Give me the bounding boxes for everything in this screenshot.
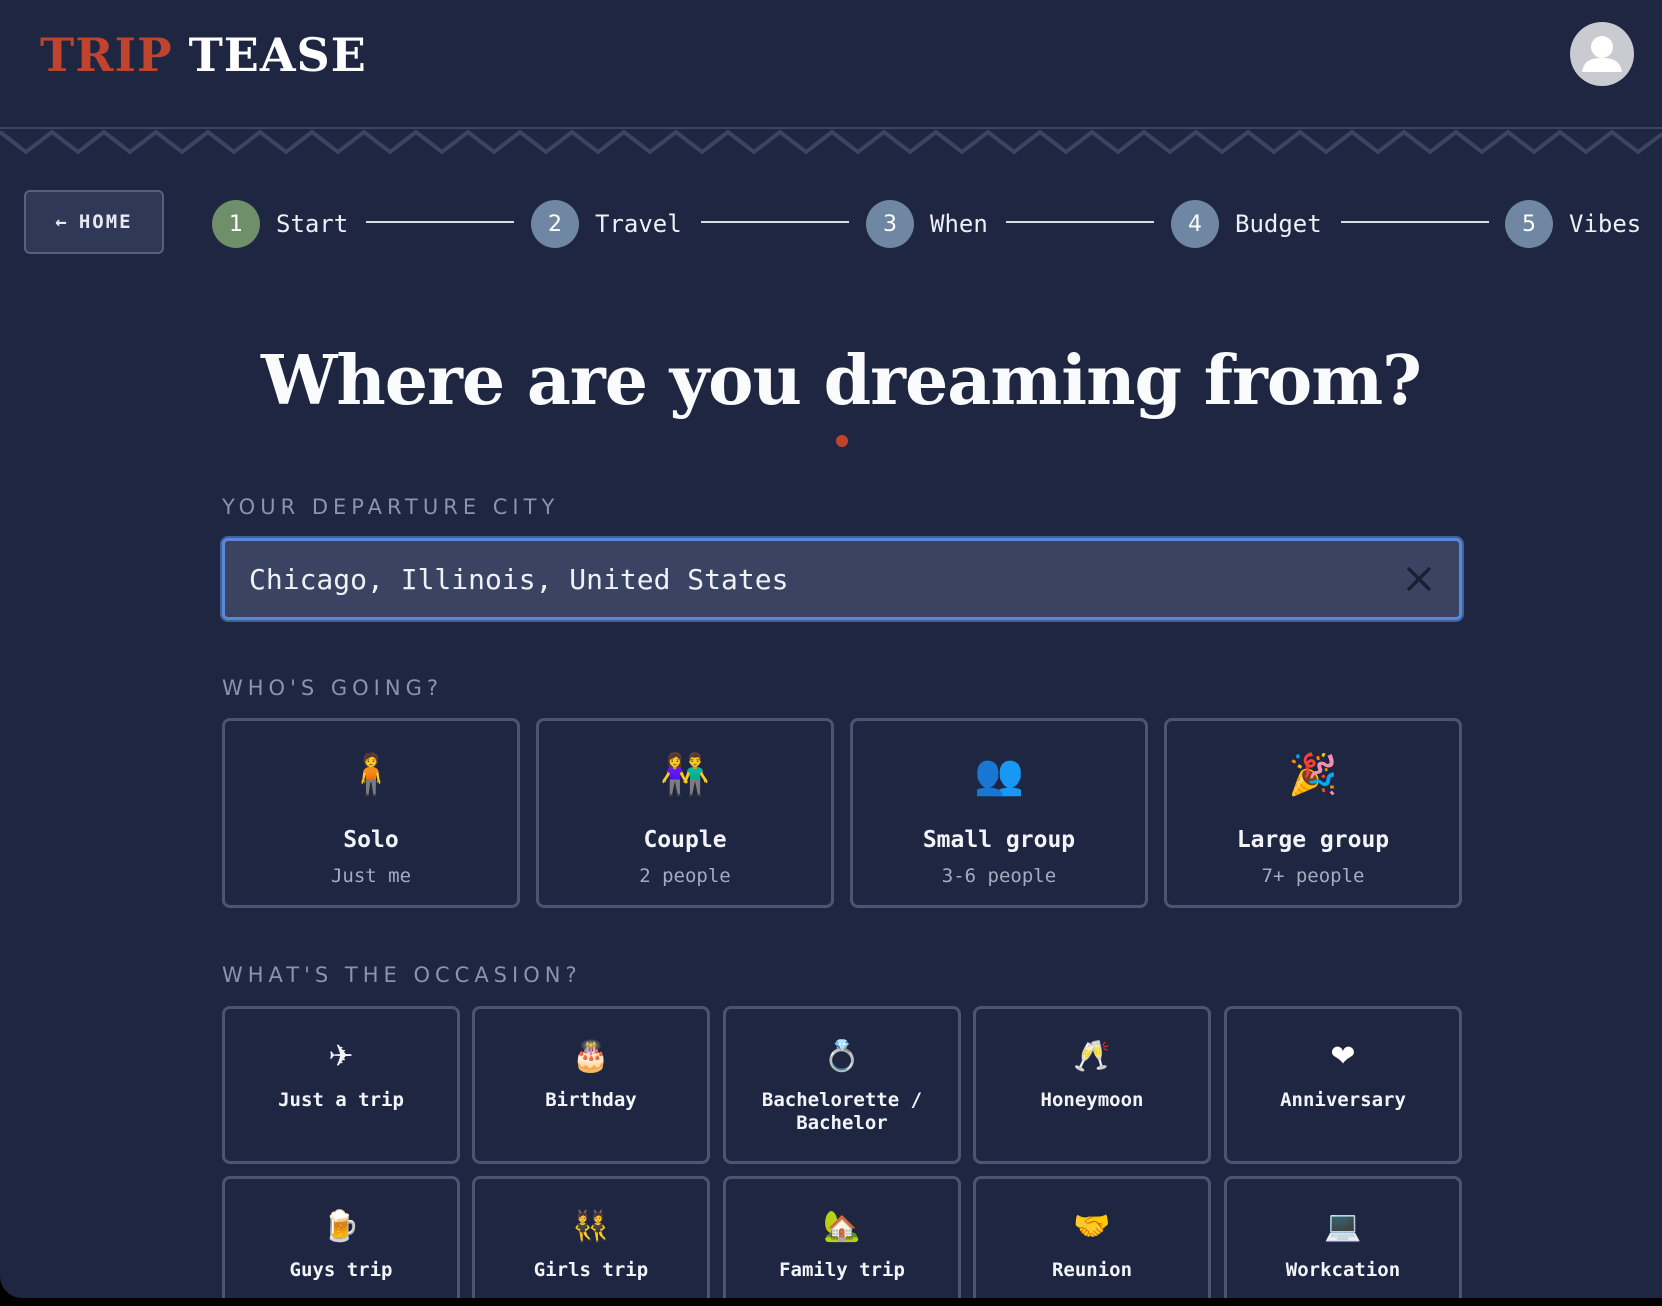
option-title: Girls trip [533,1259,649,1281]
site-header: TRIP TEASE [0,0,1662,128]
occasion-workcation[interactable]: 💻 Workcation [1224,1176,1462,1298]
party-option-couple[interactable]: 👫 Couple 2 people [536,718,834,908]
occasion-just-a-trip[interactable]: ✈ Just a trip [222,1006,460,1164]
step-number: 4 [1171,200,1219,248]
user-icon [1582,36,1622,72]
heart-icon: ❤ [1330,1039,1356,1074]
option-title: Guys trip [289,1259,393,1281]
occasion-honeymoon[interactable]: 🥂 Honeymoon [973,1006,1211,1164]
step-number: 1 [212,200,260,248]
occasion-girls-trip[interactable]: 👯 Girls trip [472,1176,710,1298]
header-divider [0,127,1662,155]
option-title: Just a trip [278,1089,404,1111]
dancers-icon: 👯 [572,1209,610,1244]
step-number: 5 [1505,200,1553,248]
option-title: Bachelorette / Bachelor [761,1089,923,1134]
step-label: Vibes [1569,210,1642,238]
party-option-solo[interactable]: 🧍 Solo Just me [222,718,520,908]
app-window: TRIP TEASE ← HOME 1 Start 2 Travel 3 When… [0,0,1662,1298]
laptop-icon: 💻 [1324,1209,1362,1244]
champagne-glasses-icon: 🥂 [1073,1039,1111,1074]
step-connector [1006,221,1154,223]
home-button[interactable]: ← HOME [24,190,164,254]
occasion-birthday[interactable]: 🎂 Birthday [472,1006,710,1164]
departure-city-input[interactable] [249,541,1329,617]
step-label: When [930,210,988,238]
user-avatar-button[interactable] [1570,22,1634,86]
step-label: Travel [595,210,682,238]
occasion-family-trip[interactable]: 🏡 Family trip [723,1176,961,1298]
option-title: Large group [1236,827,1390,853]
page-title: Where are you dreaming from? [260,341,1422,421]
arrow-left-icon: ← [55,211,69,233]
party-option-large-group[interactable]: 🎉 Large group 7+ people [1164,718,1462,908]
option-subtitle: 3-6 people [941,865,1057,887]
option-subtitle: 7+ people [1261,865,1365,887]
birthday-cake-icon: 🎂 [572,1039,610,1074]
beer-mug-icon: 🍺 [322,1209,360,1244]
party-option-small-group[interactable]: 👥 Small group 3-6 people [850,718,1148,908]
step-start[interactable]: 1 Start [212,200,348,248]
step-label: Start [276,210,349,238]
step-budget[interactable]: 4 Budget [1171,200,1322,248]
option-title: Couple [643,827,727,853]
option-title: Small group [922,827,1076,853]
logo-tease: TEASE [188,28,367,82]
occasion-anniversary[interactable]: ❤ Anniversary [1224,1006,1462,1164]
step-label: Budget [1235,210,1322,238]
occasion-label: WHAT'S THE OCCASION? [222,963,582,987]
step-vibes[interactable]: 5 Vibes [1505,200,1641,248]
step-number: 3 [866,200,914,248]
step-connector [366,221,514,223]
option-title: Family trip [779,1259,905,1281]
option-title: Honeymoon [1040,1089,1144,1111]
step-when[interactable]: 3 When [866,200,988,248]
departure-city-field [222,538,1462,620]
person-standing-icon: 🧍 [346,752,396,798]
ring-icon: 💍 [823,1039,861,1074]
option-title: Anniversary [1280,1089,1406,1111]
house-icon: 🏡 [823,1209,861,1244]
party-popper-icon: 🎉 [1288,752,1338,798]
step-connector [1341,221,1489,223]
option-title: Reunion [1051,1259,1133,1281]
logo-trip: TRIP [40,28,173,82]
occasion-reunion[interactable]: 🤝 Reunion [973,1176,1211,1298]
airplane-icon: ✈ [328,1039,354,1074]
option-subtitle: 2 people [639,865,731,887]
option-title: Workcation [1285,1259,1401,1281]
title-accent-dot [836,435,848,447]
whos-going-label: WHO'S GOING? [222,676,443,700]
close-icon[interactable] [1401,561,1437,597]
option-title: Solo [343,827,399,853]
step-number: 2 [531,200,579,248]
occasion-bachelorette[interactable]: 💍 Bachelorette / Bachelor [723,1006,961,1164]
handshake-icon: 🤝 [1073,1209,1111,1244]
group-icon: 👥 [974,752,1024,798]
step-travel[interactable]: 2 Travel [531,200,682,248]
logo[interactable]: TRIP TEASE [40,26,367,84]
option-title: Birthday [545,1089,637,1111]
home-button-label: HOME [78,211,133,233]
option-subtitle: Just me [330,865,412,887]
departure-label: YOUR DEPARTURE CITY [222,495,560,519]
occasion-guys-trip[interactable]: 🍺 Guys trip [222,1176,460,1298]
step-connector [701,221,849,223]
couple-icon: 👫 [660,752,710,798]
